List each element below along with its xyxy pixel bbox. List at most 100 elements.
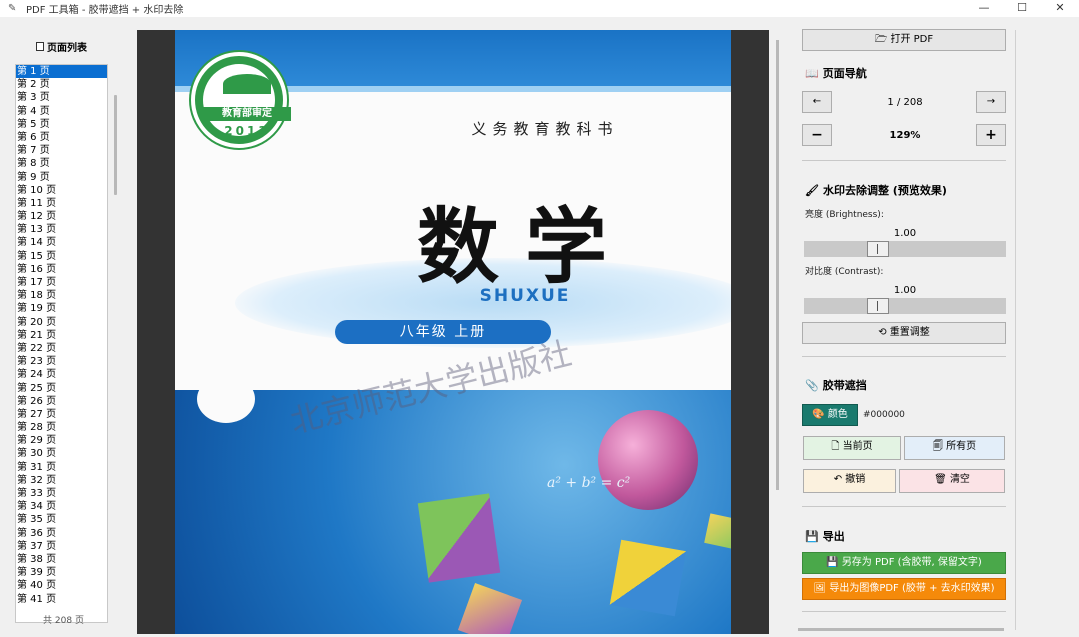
page-list-item[interactable]: 第 2 页 [16, 78, 107, 91]
tape-color-button[interactable]: 🎨 颜色 [802, 404, 858, 426]
page-list-item[interactable]: 第 22 页 [16, 342, 107, 355]
page-list-item[interactable]: 第 17 页 [16, 276, 107, 289]
brightness-slider[interactable] [804, 241, 1006, 257]
page-list-item[interactable]: 第 35 页 [16, 513, 107, 526]
page-list-item[interactable]: 第 28 页 [16, 421, 107, 434]
page-list-item[interactable]: 第 33 页 [16, 487, 107, 500]
contrast-slider[interactable] [804, 298, 1006, 314]
page-list-item[interactable]: 第 25 页 [16, 382, 107, 395]
subject-title: 数学 [416, 199, 633, 295]
page-list-item[interactable]: 第 38 页 [16, 553, 107, 566]
pdf-preview[interactable]: 教育部审定 2013 义务教育教科书 数学 SHUXUE 八年级 上册 a² +… [137, 30, 769, 634]
brightness-slider-handle[interactable] [867, 241, 889, 257]
divider [802, 506, 1006, 507]
zoom-in-button[interactable]: + [976, 124, 1006, 146]
page-list-item[interactable]: 第 37 页 [16, 540, 107, 553]
all-pages-label: 所有页 [946, 441, 977, 452]
export-section-title: 💾 导出 [805, 528, 845, 544]
tape-section-title: 📎 胶带遮挡 [805, 377, 867, 393]
page-list-item[interactable]: 第 7 页 [16, 144, 107, 157]
prev-page-button[interactable]: ← [802, 91, 832, 113]
page-list-item[interactable]: 第 6 页 [16, 131, 107, 144]
export-image-label: 导出为图像PDF (胶带 + 去水印效果) [829, 583, 995, 594]
brush-icon: 🖌 [805, 183, 819, 197]
clear-button[interactable]: 🗑 清空 [899, 469, 1005, 493]
page-list-item[interactable]: 第 40 页 [16, 579, 107, 592]
page-list-item[interactable]: 第 27 页 [16, 408, 107, 421]
page-list-item[interactable]: 第 21 页 [16, 329, 107, 342]
save-icon: 💾 [826, 557, 842, 568]
page-list-item[interactable]: 第 14 页 [16, 236, 107, 249]
next-page-button[interactable]: → [976, 91, 1006, 113]
save-pdf-button[interactable]: 💾 另存为 PDF (含胶带, 保留文字) [802, 552, 1006, 574]
subject-pinyin: SHUXUE [479, 286, 571, 306]
preview-scrollbar[interactable] [776, 40, 779, 490]
page-list-item[interactable]: 第 41 页 [16, 593, 107, 606]
page-list-item[interactable]: 第 19 页 [16, 302, 107, 315]
export-title: 导出 [822, 530, 845, 543]
panel-border [1015, 30, 1016, 630]
open-pdf-label: 打开 PDF [890, 34, 934, 45]
series-title: 义务教育教科书 [471, 120, 619, 138]
page-list-item[interactable]: 第 34 页 [16, 500, 107, 513]
tape-current-page-button[interactable]: 🗋 当前页 [803, 436, 901, 460]
page-list-item[interactable]: 第 16 页 [16, 263, 107, 276]
open-pdf-button[interactable]: 🗁 打开 PDF [802, 29, 1006, 51]
panel-scrollbar[interactable] [798, 628, 1004, 631]
divider [802, 356, 1006, 357]
page-list-item[interactable]: 第 31 页 [16, 461, 107, 474]
divider [802, 611, 1006, 612]
minimize-button[interactable]: — [965, 0, 1003, 17]
page-list-item[interactable]: 第 23 页 [16, 355, 107, 368]
pythagoras-formula: a² + b² = c² [547, 475, 631, 491]
book-icon: 📖 [805, 66, 819, 80]
tape-color-value: #000000 [863, 410, 905, 420]
page-list-item[interactable]: 第 5 页 [16, 118, 107, 131]
reset-label: 重置调整 [889, 327, 930, 338]
page-list-item[interactable]: 第 24 页 [16, 368, 107, 381]
page-list-item[interactable]: 第 9 页 [16, 171, 107, 184]
contrast-label: 对比度 (Contrast): [805, 267, 884, 277]
page-list-item[interactable]: 第 1 页 [16, 65, 107, 79]
adjust-title: 水印去除调整 (预览效果) [822, 184, 947, 197]
page-list-item[interactable]: 第 8 页 [16, 157, 107, 170]
window-controls: — ☐ ✕ [965, 0, 1079, 17]
page-list-item[interactable]: 第 26 页 [16, 395, 107, 408]
contrast-slider-handle[interactable] [867, 298, 889, 314]
clear-label: 清空 [949, 474, 970, 485]
page-list-item[interactable]: 第 29 页 [16, 434, 107, 447]
page-list-item[interactable]: 第 30 页 [16, 447, 107, 460]
page-list-item[interactable]: 第 13 页 [16, 223, 107, 236]
page-list-item[interactable]: 第 12 页 [16, 210, 107, 223]
tape-all-pages-button[interactable]: 🗐 所有页 [904, 436, 1005, 460]
page-list-item[interactable]: 第 11 页 [16, 197, 107, 210]
folder-icon: 🗁 [874, 34, 891, 45]
page-list-item[interactable]: 第 18 页 [16, 289, 107, 302]
page-list-item[interactable]: 第 20 页 [16, 316, 107, 329]
page-list-scrollbar[interactable] [114, 95, 117, 195]
page-list-item[interactable]: 第 32 页 [16, 474, 107, 487]
page-list-item[interactable]: 第 10 页 [16, 184, 107, 197]
page-list-item[interactable]: 第 4 页 [16, 105, 107, 118]
export-image-pdf-button[interactable]: 🖼 导出为图像PDF (胶带 + 去水印效果) [802, 578, 1006, 600]
save-pdf-label: 另存为 PDF (含胶带, 保留文字) [841, 557, 982, 568]
reset-adjust-button[interactable]: ⟲ 重置调整 [802, 322, 1006, 344]
zoom-out-button[interactable]: − [802, 124, 832, 146]
close-button[interactable]: ✕ [1041, 0, 1079, 17]
current-page-label: 当前页 [842, 441, 873, 452]
page-list-item[interactable]: 第 36 页 [16, 527, 107, 540]
paperclip-icon: 📎 [805, 378, 819, 392]
page-list[interactable]: 第 1 页第 2 页第 3 页第 4 页第 5 页第 6 页第 7 页第 8 页… [15, 64, 108, 623]
undo-button[interactable]: ↶ 撤销 [803, 469, 896, 493]
planet-art [598, 410, 698, 510]
page-icon: 🗋 [831, 441, 843, 452]
page-list-item[interactable]: 第 39 页 [16, 566, 107, 579]
cube-art [704, 513, 731, 549]
maximize-button[interactable]: ☐ [1003, 0, 1041, 17]
feather-icon: ✎ [8, 2, 17, 14]
page-list-item[interactable]: 第 15 页 [16, 250, 107, 263]
adjust-section-title: 🖌 水印去除调整 (预览效果) [805, 182, 947, 198]
cube-art [609, 539, 687, 617]
page-list-item[interactable]: 第 3 页 [16, 91, 107, 104]
brightness-label: 亮度 (Brightness): [805, 210, 884, 220]
